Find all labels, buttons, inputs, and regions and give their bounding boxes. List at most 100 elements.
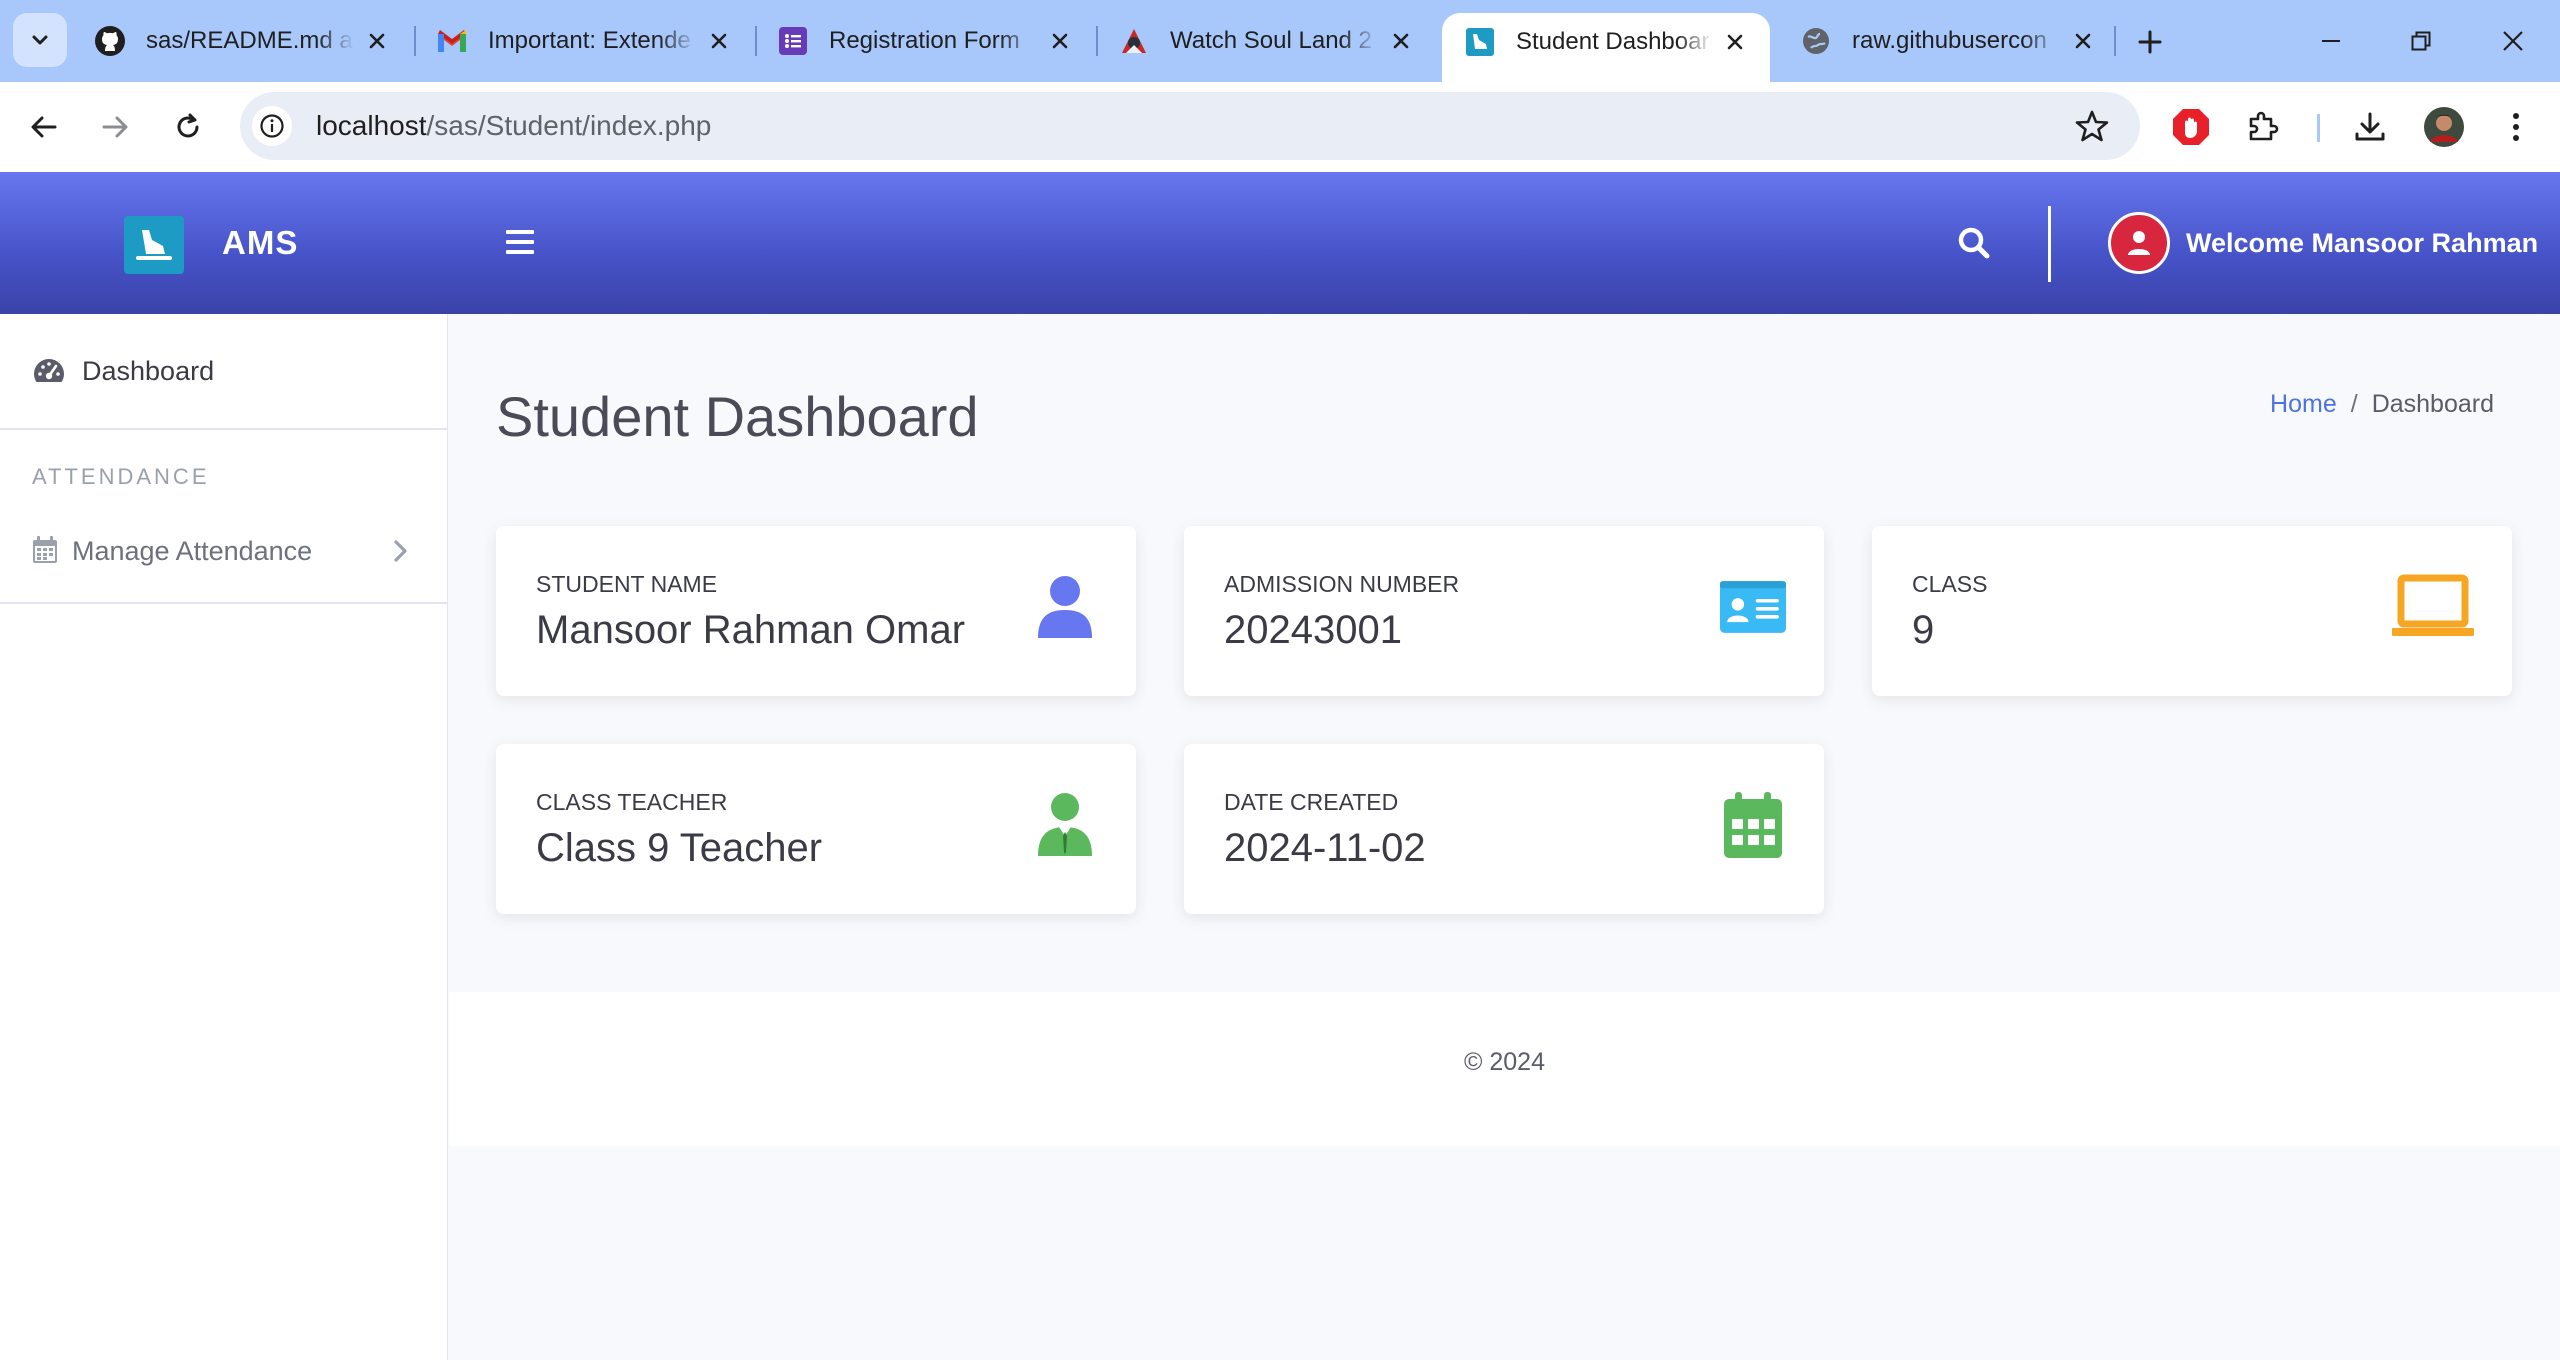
footer-copyright: © 2024 <box>1464 1048 1545 1076</box>
puzzle-icon <box>2249 111 2279 141</box>
browser-tab-active[interactable]: Student Dashboard <box>1442 13 1770 82</box>
tab-title: Important: Extende <box>488 27 691 54</box>
topbar-divider <box>2048 206 2051 282</box>
card-label: ADMISSION NUMBER <box>1224 571 1460 597</box>
search-button[interactable] <box>1955 224 1993 262</box>
plus-icon <box>2138 30 2162 54</box>
close-window-button[interactable] <box>2490 18 2536 64</box>
breadcrumb-separator: / <box>2350 390 2358 418</box>
user-avatar[interactable] <box>2108 212 2170 274</box>
browser-tab[interactable]: sas/README.md at <box>72 14 412 68</box>
card-label: CLASS <box>1912 571 1988 597</box>
profile-button[interactable] <box>2421 104 2467 150</box>
reload-icon <box>177 113 199 138</box>
breadcrumb-home-link[interactable]: Home <box>2270 390 2337 418</box>
browser-toolbar: localhost/sas/Student/index.php <box>0 82 2560 172</box>
welcome-user-text[interactable]: Welcome Mansoor Rahman <box>2186 228 2538 259</box>
tab-title: raw.githubusercon <box>1852 27 2047 54</box>
teacher-icon <box>1032 792 1098 858</box>
tab-title: sas/README.md at <box>146 27 354 54</box>
admission-number-card: ADMISSION NUMBER 20243001 <box>1184 526 1824 696</box>
close-tab-icon[interactable] <box>706 28 732 54</box>
arrow-left-icon <box>31 116 57 138</box>
card-value: 20243001 <box>1224 608 1402 652</box>
tab-title: Watch Soul Land 2 <box>1170 27 1372 54</box>
main-content: Student Dashboard Home / Dashboard STUDENT… <box>449 314 2560 1360</box>
browser-tab[interactable]: Important: Extende <box>414 14 754 68</box>
new-tab-button[interactable] <box>2130 22 2170 62</box>
github-icon <box>94 25 126 57</box>
close-tab-icon[interactable] <box>2070 28 2096 54</box>
toolbar-separator <box>2317 114 2320 142</box>
adblock-icon <box>2173 109 2209 145</box>
browser-menu-button[interactable] <box>2493 104 2539 150</box>
sidebar-section-heading: ATTENDANCE <box>32 464 210 489</box>
minimize-button[interactable] <box>2308 18 2354 64</box>
app-topbar: AMS Welcome Mansoor Rahman <box>0 172 2560 314</box>
reload-button[interactable] <box>163 102 213 152</box>
download-icon <box>2355 112 2385 141</box>
close-tab-icon[interactable] <box>1388 28 1414 54</box>
url-host: localhost <box>316 110 427 141</box>
downloads-button[interactable] <box>2347 104 2393 150</box>
forms-icon <box>777 25 809 57</box>
minimize-icon <box>2322 40 2340 42</box>
card-label: DATE CREATED <box>1224 789 1399 815</box>
sidebar-item-label: Manage Attendance <box>72 536 313 566</box>
extensions-button[interactable] <box>2240 104 2286 150</box>
card-value: 2024-11-02 <box>1224 826 1426 870</box>
browser-tab[interactable]: Registration Form <box>755 14 1095 68</box>
date-created-card: DATE CREATED 2024-11-02 <box>1184 744 1824 914</box>
sidebar-item-dashboard[interactable]: Dashboard <box>0 314 448 430</box>
forward-button[interactable] <box>90 102 140 152</box>
search-icon <box>1958 227 1990 259</box>
site-info-icon[interactable] <box>252 106 292 146</box>
browser-tab[interactable]: Watch Soul Land 2 <box>1096 14 1436 68</box>
browser-tab[interactable]: raw.githubusercon <box>1778 14 2118 68</box>
user-icon <box>1032 574 1098 640</box>
app-logo[interactable] <box>124 216 184 274</box>
url-path: /sas/Student/index.php <box>426 110 712 141</box>
globe-icon <box>1800 25 1832 57</box>
chevron-down-icon <box>32 35 48 45</box>
class-card: CLASS 9 <box>1872 526 2512 696</box>
tab-title: Registration Form <box>829 27 1020 54</box>
back-button[interactable] <box>19 102 69 152</box>
card-value: Class 9 Teacher <box>536 826 823 870</box>
anime-icon <box>1118 25 1150 57</box>
browser-tab-bar: sas/README.md at Important: Extende Regi… <box>0 0 2560 82</box>
tab-search-button[interactable] <box>13 13 67 67</box>
close-tab-icon[interactable] <box>364 28 390 54</box>
gmail-icon <box>436 25 468 57</box>
bookmark-star-icon[interactable] <box>2074 108 2110 144</box>
close-icon <box>2503 31 2523 51</box>
profile-avatar-icon <box>2424 107 2464 147</box>
tab-title: Student Dashboard <box>1516 27 1712 55</box>
app-brand[interactable]: AMS <box>222 224 298 262</box>
hamburger-icon <box>506 230 534 254</box>
card-label: CLASS TEACHER <box>536 789 728 815</box>
sidebar: Dashboard ATTENDANCE Manage Attendance <box>0 314 448 1360</box>
chevron-right-icon <box>394 540 407 562</box>
tab-separator <box>2114 26 2116 56</box>
calendar-icon <box>1720 792 1786 858</box>
url-text: localhost/sas/Student/index.php <box>316 110 711 142</box>
restore-button[interactable] <box>2398 18 2444 64</box>
ams-icon <box>1464 26 1496 58</box>
page-title: Student Dashboard <box>496 385 979 448</box>
footer: © 2024 <box>449 992 2560 1146</box>
ams-logo-icon <box>136 230 172 260</box>
card-value: Mansoor Rahman Omar <box>536 608 966 652</box>
adblock-extension-button[interactable] <box>2168 104 2214 150</box>
tachometer-icon <box>34 359 64 382</box>
sidebar-item-label: Dashboard <box>82 356 215 386</box>
address-bar[interactable]: localhost/sas/Student/index.php <box>240 92 2140 160</box>
student-name-card: STUDENT NAME Mansoor Rahman Omar <box>496 526 1136 696</box>
id-card-icon <box>1720 574 1786 640</box>
breadcrumb: Home / Dashboard <box>2270 390 2494 419</box>
close-tab-icon[interactable] <box>1047 28 1073 54</box>
sidebar-toggle-button[interactable] <box>502 224 538 260</box>
close-tab-icon[interactable] <box>1722 29 1748 55</box>
laptop-icon <box>2392 574 2474 640</box>
sidebar-item-manage-attendance[interactable]: Manage Attendance <box>0 510 448 604</box>
